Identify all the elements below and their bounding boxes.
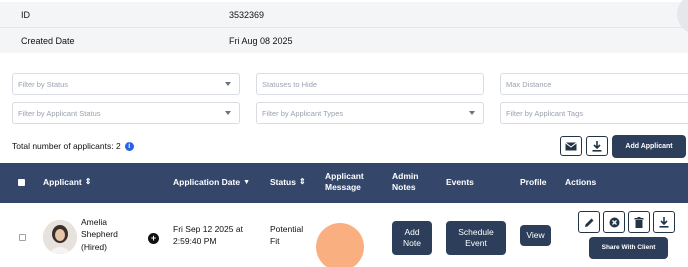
sort-icon: ⇕ [298, 177, 306, 187]
export-button[interactable] [586, 136, 608, 156]
email-button[interactable] [560, 136, 582, 156]
add-applicant-button[interactable]: Add Applicant [612, 135, 686, 158]
filter-applicant-tags-input[interactable]: Filter by Applicant Tags [500, 102, 688, 124]
column-admin-notes-label: Admin Notes [392, 171, 419, 193]
chevron-down-icon [469, 111, 475, 115]
filter-applicant-status-placeholder: Filter by Applicant Status [18, 108, 101, 118]
cursor-highlight-circle [316, 223, 364, 267]
applicant-name[interactable]: Amelia Shepherd (Hired) [81, 216, 118, 253]
sort-desc-icon: ▼ [243, 179, 250, 187]
detail-label: ID [21, 10, 30, 20]
filter-applicant-types-select[interactable]: Filter by Applicant Types [256, 102, 484, 124]
table-row: Amelia Shepherd (Hired) + Fri Sep 12 202… [0, 203, 688, 267]
filter-applicant-types-placeholder: Filter by Applicant Types [262, 108, 344, 118]
column-actions: Actions [565, 177, 596, 188]
statuses-to-hide-input[interactable]: Statuses to Hide [256, 73, 484, 95]
column-status[interactable]: Status ⇕ [270, 177, 306, 188]
column-applicant-message: Applicant Message [325, 171, 367, 194]
filter-applicant-tags-placeholder: Filter by Applicant Tags [506, 108, 583, 118]
edit-button[interactable] [578, 211, 600, 233]
detail-value: 3532369 [229, 10, 265, 20]
column-events: Events [446, 177, 474, 188]
info-icon[interactable]: i [124, 141, 134, 151]
application-date-cell: Fri Sep 12 2025 at 2:59:40 PM [173, 223, 243, 248]
avatar[interactable] [43, 220, 77, 254]
column-admin-notes: Admin Notes [392, 171, 426, 194]
add-note-line1: Add [404, 226, 420, 237]
select-all-checkbox[interactable] [18, 179, 25, 186]
share-with-client-button[interactable]: Share With Client [589, 237, 668, 259]
sort-icon: ⇕ [84, 177, 92, 187]
download-icon [592, 140, 602, 152]
column-applicant[interactable]: Applicant ⇕ [43, 177, 91, 188]
statuses-to-hide-placeholder: Statuses to Hide [262, 79, 318, 89]
chevron-down-icon [225, 82, 231, 86]
detail-label: Created Date [21, 35, 75, 46]
column-applicant-message-label: Applicant Message [325, 171, 364, 193]
applicant-count: Total number of applicants: 2 i [12, 141, 134, 151]
max-distance-input[interactable]: Max Distance [500, 73, 688, 95]
status-line2: Fit [270, 236, 280, 247]
filter-applicant-status-select[interactable]: Filter by Applicant Status [12, 102, 240, 124]
chevron-down-icon [225, 111, 231, 115]
table-header: Applicant ⇕ Application Date ▼ Status ⇕ … [0, 163, 688, 203]
applicant-first-name: Amelia [81, 217, 107, 227]
detail-value: Fri Aug 08 2025 [229, 35, 293, 46]
avatar-image [43, 220, 77, 254]
expand-plus-icon[interactable]: + [148, 233, 159, 244]
schedule-event-line1: Schedule [458, 226, 494, 237]
column-actions-label: Actions [565, 177, 597, 187]
trash-icon [634, 216, 644, 228]
add-note-line2: Note [403, 238, 421, 248]
application-date-line2: 2:59:40 PM [173, 236, 217, 247]
applicant-count-label: Total number of applicants: 2 [12, 141, 121, 151]
column-profile: Profile [520, 177, 546, 188]
column-application-date[interactable]: Application Date ▼ [173, 177, 250, 188]
column-applicant-label: Applicant [43, 177, 82, 187]
column-profile-label: Profile [520, 177, 547, 187]
column-status-label: Status [270, 177, 296, 187]
detail-row-created-date: Created Date Fri Aug 08 2025 [0, 27, 688, 53]
detail-row-id: ID 3532369 [0, 2, 688, 28]
reject-button[interactable] [603, 211, 625, 233]
applicant-state: (Hired) [81, 241, 107, 252]
row-checkbox[interactable] [19, 234, 26, 241]
column-events-label: Events [446, 177, 474, 187]
download-icon [659, 216, 669, 228]
application-date-line1: Fri Sep 12 2025 at [173, 224, 243, 234]
filter-status-select[interactable]: Filter by Status [12, 73, 240, 95]
add-note-button[interactable]: Add Note [392, 221, 432, 255]
pencil-icon [584, 218, 593, 227]
status-line1: Potential [270, 224, 304, 234]
download-button[interactable] [653, 211, 675, 233]
schedule-event-button[interactable]: Schedule Event [446, 221, 506, 255]
schedule-event-line2: Event [465, 238, 487, 248]
view-profile-button[interactable]: View [520, 225, 551, 246]
delete-button[interactable] [628, 211, 650, 233]
mail-icon [565, 141, 577, 150]
applicants-page: ID 3532369 Created Date Fri Aug 08 2025 … [0, 0, 688, 267]
close-circle-icon [609, 217, 619, 227]
column-application-date-label: Application Date [173, 177, 241, 187]
max-distance-placeholder: Max Distance [506, 79, 552, 89]
status-cell: Potential Fit [270, 223, 303, 248]
applicant-last-name: Shepherd [81, 229, 118, 240]
filter-status-placeholder: Filter by Status [18, 79, 69, 89]
